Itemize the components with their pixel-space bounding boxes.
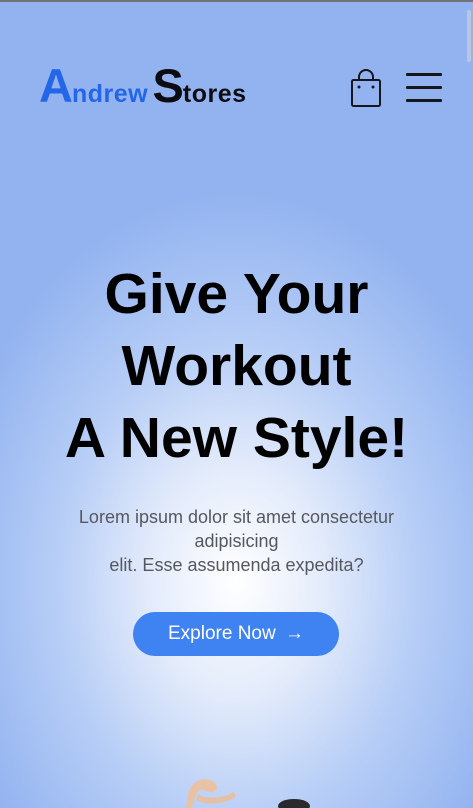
hero-title-line-2: Workout [121,334,352,398]
hero-title-line-1: Give Your [104,262,369,326]
hero-description-line-1: Lorem ipsum dolor sit amet consectetur a… [78,507,395,551]
logo-initial-s: S [152,59,184,112]
hero-description: Lorem ipsum dolor sit amet consectetur a… [50,505,423,577]
scrollbar[interactable] [467,10,471,62]
logo-initial-a: A [39,59,73,112]
hero-title-line-3: A New Style! [64,406,409,470]
brand-logo[interactable]: Andrew Stores [39,62,247,110]
menu-bar-middle [406,86,442,89]
hero-athlete-image [184,770,334,808]
shopping-bag-icon[interactable] [349,68,383,108]
logo-word-andrew: Andrew [39,62,148,109]
explore-now-button[interactable]: Explore Now → [133,612,339,656]
hero-description-line-2: elit. Esse assumenda expedita? [109,555,364,575]
window-top-border [0,0,473,2]
hero-title: Give Your Workout A New Style! [0,258,473,474]
menu-bar-bottom [406,99,442,102]
site-header: Andrew Stores [0,56,473,116]
logo-text-andrew: ndrew [71,80,149,108]
arrow-right-icon: → [285,623,304,644]
explore-now-label: Explore Now [168,623,276,644]
hamburger-menu-icon[interactable] [406,73,444,103]
logo-text-stores: tores [182,80,247,108]
logo-word-stores: Stores [153,62,247,109]
menu-bar-top [406,73,442,76]
